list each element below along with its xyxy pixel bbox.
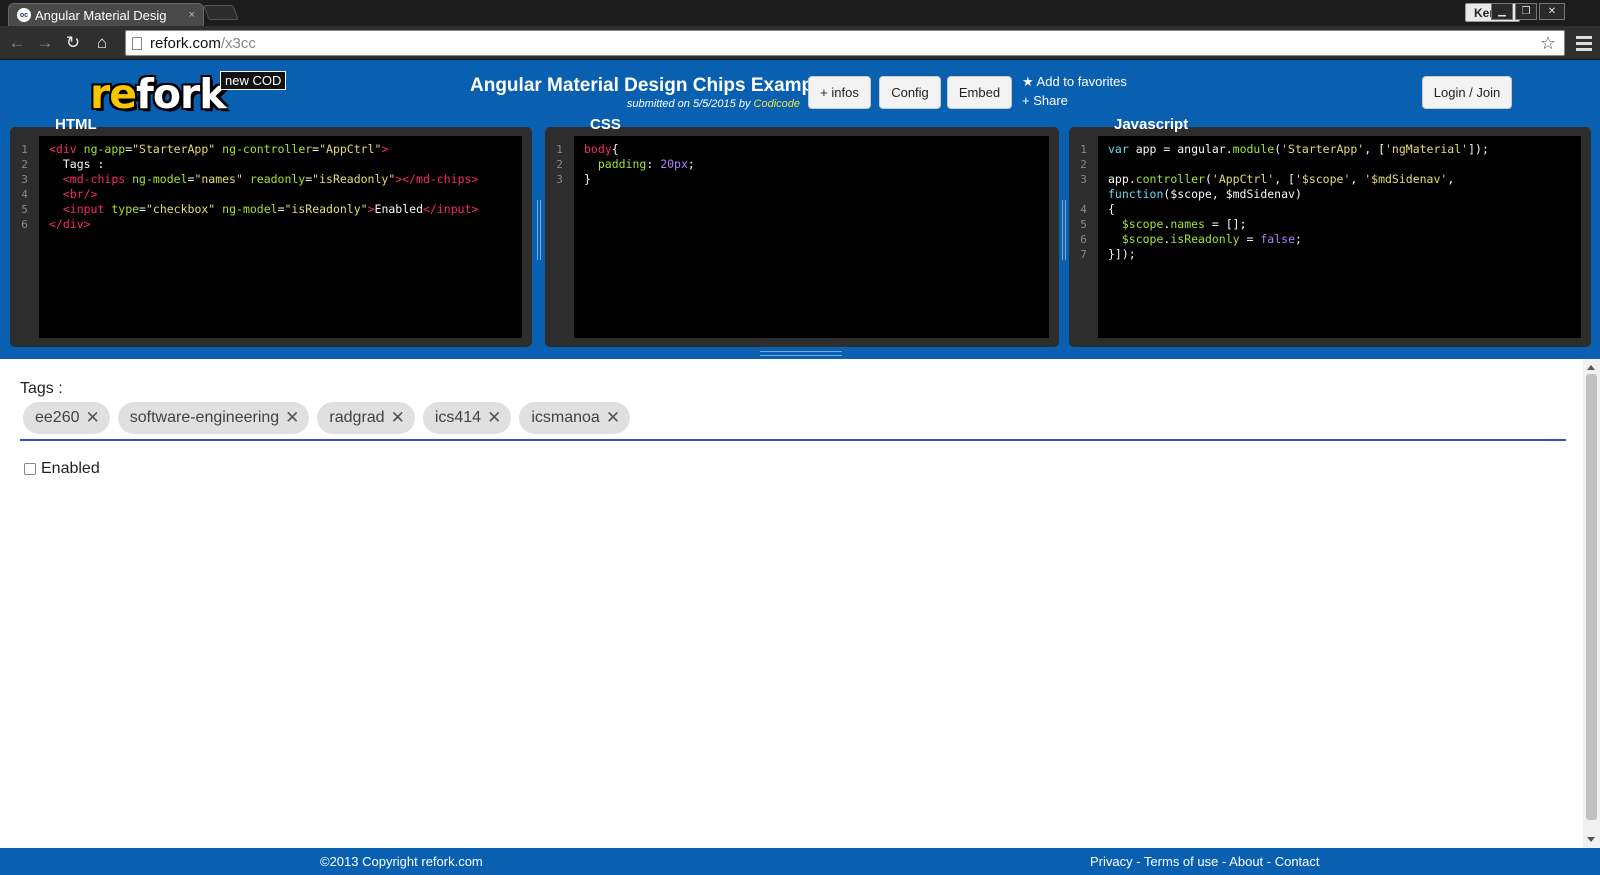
- address-bar[interactable]: refork.com /x3cc ☆: [125, 30, 1565, 56]
- scrollbar-thumb[interactable]: [1586, 374, 1597, 820]
- chip: icsmanoa ✕: [519, 402, 631, 434]
- line-numbers: 1 2 3 4 5 6: [21, 143, 28, 231]
- chip-label: ics414: [434, 409, 482, 426]
- chip: radgrad ✕: [317, 402, 415, 434]
- enabled-label: Enabled: [41, 460, 100, 477]
- browser-tab[interactable]: oc Angular Material Desig ×: [8, 3, 204, 26]
- line-numbers: 1 2 3 4 5 6 7: [1080, 143, 1087, 261]
- login-button[interactable]: Login / Join: [1422, 76, 1512, 109]
- css-code[interactable]: body{ padding: 20px; }: [574, 136, 1049, 338]
- browser-toolbar: ← → ↻ ⌂ refork.com /x3cc ☆: [0, 26, 1600, 60]
- refork-logo[interactable]: refork: [90, 70, 227, 118]
- horizontal-splitter-handle[interactable]: [760, 351, 842, 356]
- preview-scrollbar[interactable]: [1583, 359, 1600, 848]
- reload-icon[interactable]: ↻: [61, 31, 85, 55]
- chips-input[interactable]: ee260 ✕ software-engineering ✕ radgrad ✕ ic…: [20, 397, 1566, 441]
- author-link[interactable]: Codicode: [754, 98, 800, 110]
- remove-chip-icon[interactable]: ✕: [86, 408, 100, 428]
- scroll-down-icon[interactable]: [1587, 837, 1595, 842]
- page-icon: [132, 36, 142, 50]
- chip: ee260 ✕: [23, 402, 110, 434]
- site-footer: ©2013 Copyright refork.com Privacy - Ter…: [0, 848, 1600, 875]
- chip-label: ee260: [35, 409, 80, 426]
- chip-label: software-engineering: [129, 409, 280, 426]
- back-icon[interactable]: ←: [5, 31, 29, 55]
- browser-tab-bar: oc Angular Material Desig × Kenny ▁ ❐ ✕: [0, 0, 1600, 26]
- css-panel-title: CSS: [590, 116, 621, 133]
- chip-label: radgrad: [329, 409, 385, 426]
- add-to-favorites-link[interactable]: ★ Add to favorites: [1022, 74, 1127, 90]
- chip: software-engineering ✕: [117, 402, 310, 434]
- embed-button[interactable]: Embed: [947, 76, 1012, 109]
- forward-icon[interactable]: →: [33, 31, 57, 55]
- line-numbers: 1 2 3: [556, 143, 563, 186]
- remove-chip-icon[interactable]: ✕: [606, 408, 620, 428]
- home-icon[interactable]: ⌂: [90, 31, 114, 55]
- preview-pane: Tags : ee260 ✕ software-engineering ✕ radg…: [0, 359, 1583, 848]
- site-header: refork new COD Angular Material Design C…: [0, 60, 1600, 359]
- js-editor-panel: Javascript 1 2 3 4 5 6 7 var app = angul…: [1069, 116, 1591, 347]
- new-code-badge[interactable]: new COD: [220, 71, 287, 90]
- tags-label: Tags :: [20, 380, 63, 397]
- url-path: /x3cc: [220, 34, 256, 52]
- scroll-up-icon[interactable]: [1587, 365, 1595, 370]
- css-editor-panel: CSS 1 2 3 body{ padding: 20px; }: [545, 116, 1059, 347]
- browser-menu-icon[interactable]: [1576, 33, 1592, 53]
- html-code[interactable]: <div ng-app="StarterApp" ng-controller="…: [39, 136, 522, 338]
- enabled-row: Enabled: [24, 460, 100, 478]
- submitted-info: submitted on 5/5/2015 by Codicode: [626, 98, 800, 110]
- share-link[interactable]: + Share: [1022, 93, 1068, 108]
- remove-chip-icon[interactable]: ✕: [487, 408, 501, 428]
- close-window-icon[interactable]: ✕: [1539, 3, 1565, 20]
- html-editor[interactable]: 1 2 3 4 5 6 <div ng-app="StarterApp" ng-…: [10, 136, 522, 338]
- site-favicon-icon: oc: [17, 8, 31, 22]
- config-button[interactable]: Config: [879, 76, 941, 109]
- bookmark-star-icon[interactable]: ☆: [1540, 33, 1556, 54]
- remove-chip-icon[interactable]: ✕: [285, 408, 299, 428]
- infos-button[interactable]: + infos: [808, 76, 871, 109]
- enabled-checkbox[interactable]: [24, 463, 36, 475]
- close-tab-icon[interactable]: ×: [189, 9, 195, 21]
- copyright-text: ©2013 Copyright refork.com: [320, 854, 483, 869]
- tab-title: Angular Material Desig: [35, 7, 167, 23]
- js-editor[interactable]: 1 2 3 4 5 6 7 var app = angular.module('…: [1069, 136, 1581, 338]
- url-host: refork.com: [150, 34, 221, 52]
- html-editor-panel: HTML 1 2 3 4 5 6 <div ng-app="StarterApp…: [10, 116, 532, 347]
- chip: ics414 ✕: [422, 402, 512, 434]
- restore-icon[interactable]: ❐: [1515, 3, 1537, 20]
- remove-chip-icon[interactable]: ✕: [391, 408, 405, 428]
- js-panel-title: Javascript: [1114, 116, 1189, 133]
- page-title: Angular Material Design Chips Example: [470, 75, 829, 96]
- css-editor[interactable]: 1 2 3 body{ padding: 20px; }: [545, 136, 1049, 338]
- chip-label: icsmanoa: [531, 409, 600, 426]
- js-code[interactable]: var app = angular.module('StarterApp', […: [1098, 136, 1581, 338]
- vertical-splitter-handle[interactable]: [1062, 200, 1066, 260]
- vertical-splitter-handle[interactable]: [537, 200, 541, 260]
- footer-links[interactable]: Privacy - Terms of use - About - Contact: [1090, 854, 1320, 869]
- html-panel-title: HTML: [55, 116, 97, 133]
- minimize-icon[interactable]: ▁: [1491, 3, 1513, 20]
- new-tab-button[interactable]: [203, 5, 239, 20]
